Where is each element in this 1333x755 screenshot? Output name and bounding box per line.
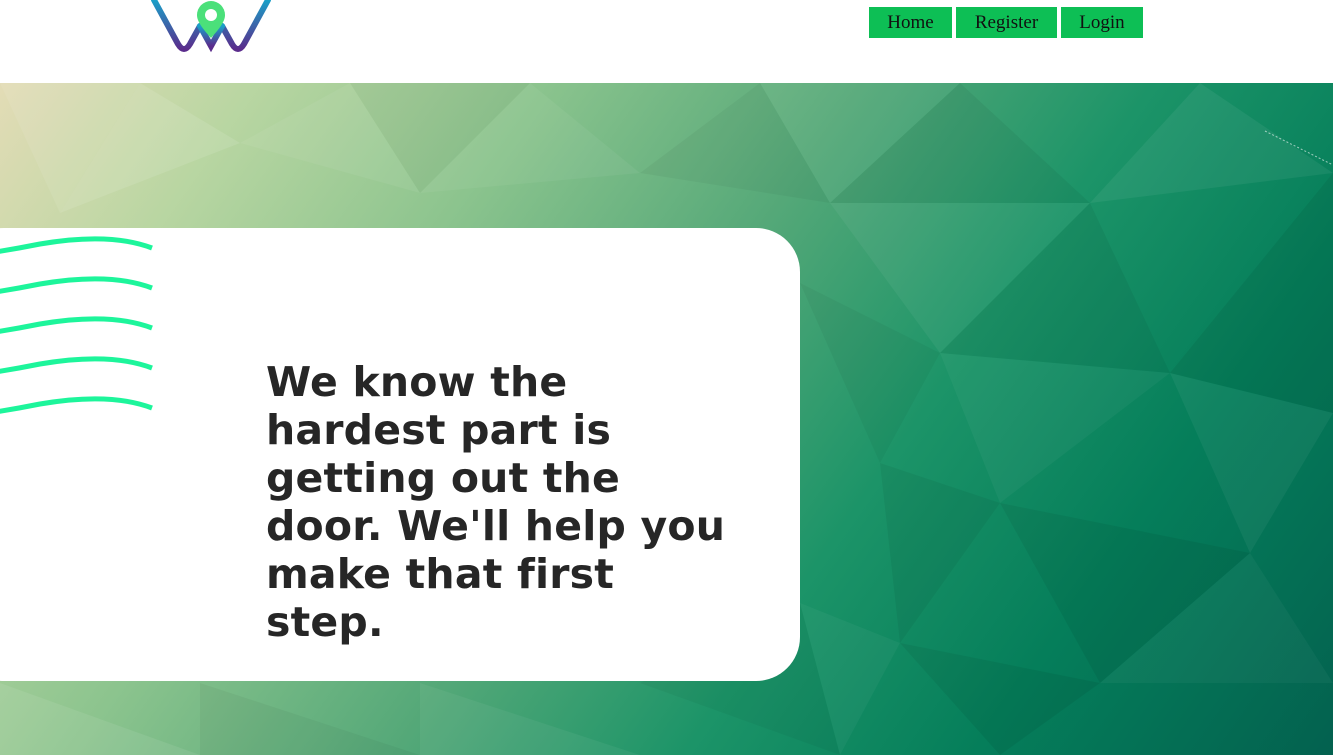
hero-section: We know the hardest part is getting out … xyxy=(0,83,1333,755)
site-header: Home Register Login xyxy=(0,0,1333,83)
tagline-card: We know the hardest part is getting out … xyxy=(0,228,800,681)
main-nav: Home Register Login xyxy=(869,7,1143,38)
hero-tagline: We know the hardest part is getting out … xyxy=(266,358,726,646)
w-logo-icon[interactable] xyxy=(150,0,272,60)
home-button[interactable]: Home xyxy=(869,7,952,38)
wavy-lines-icon xyxy=(0,236,153,414)
login-button[interactable]: Login xyxy=(1061,7,1143,38)
register-button[interactable]: Register xyxy=(956,7,1057,38)
